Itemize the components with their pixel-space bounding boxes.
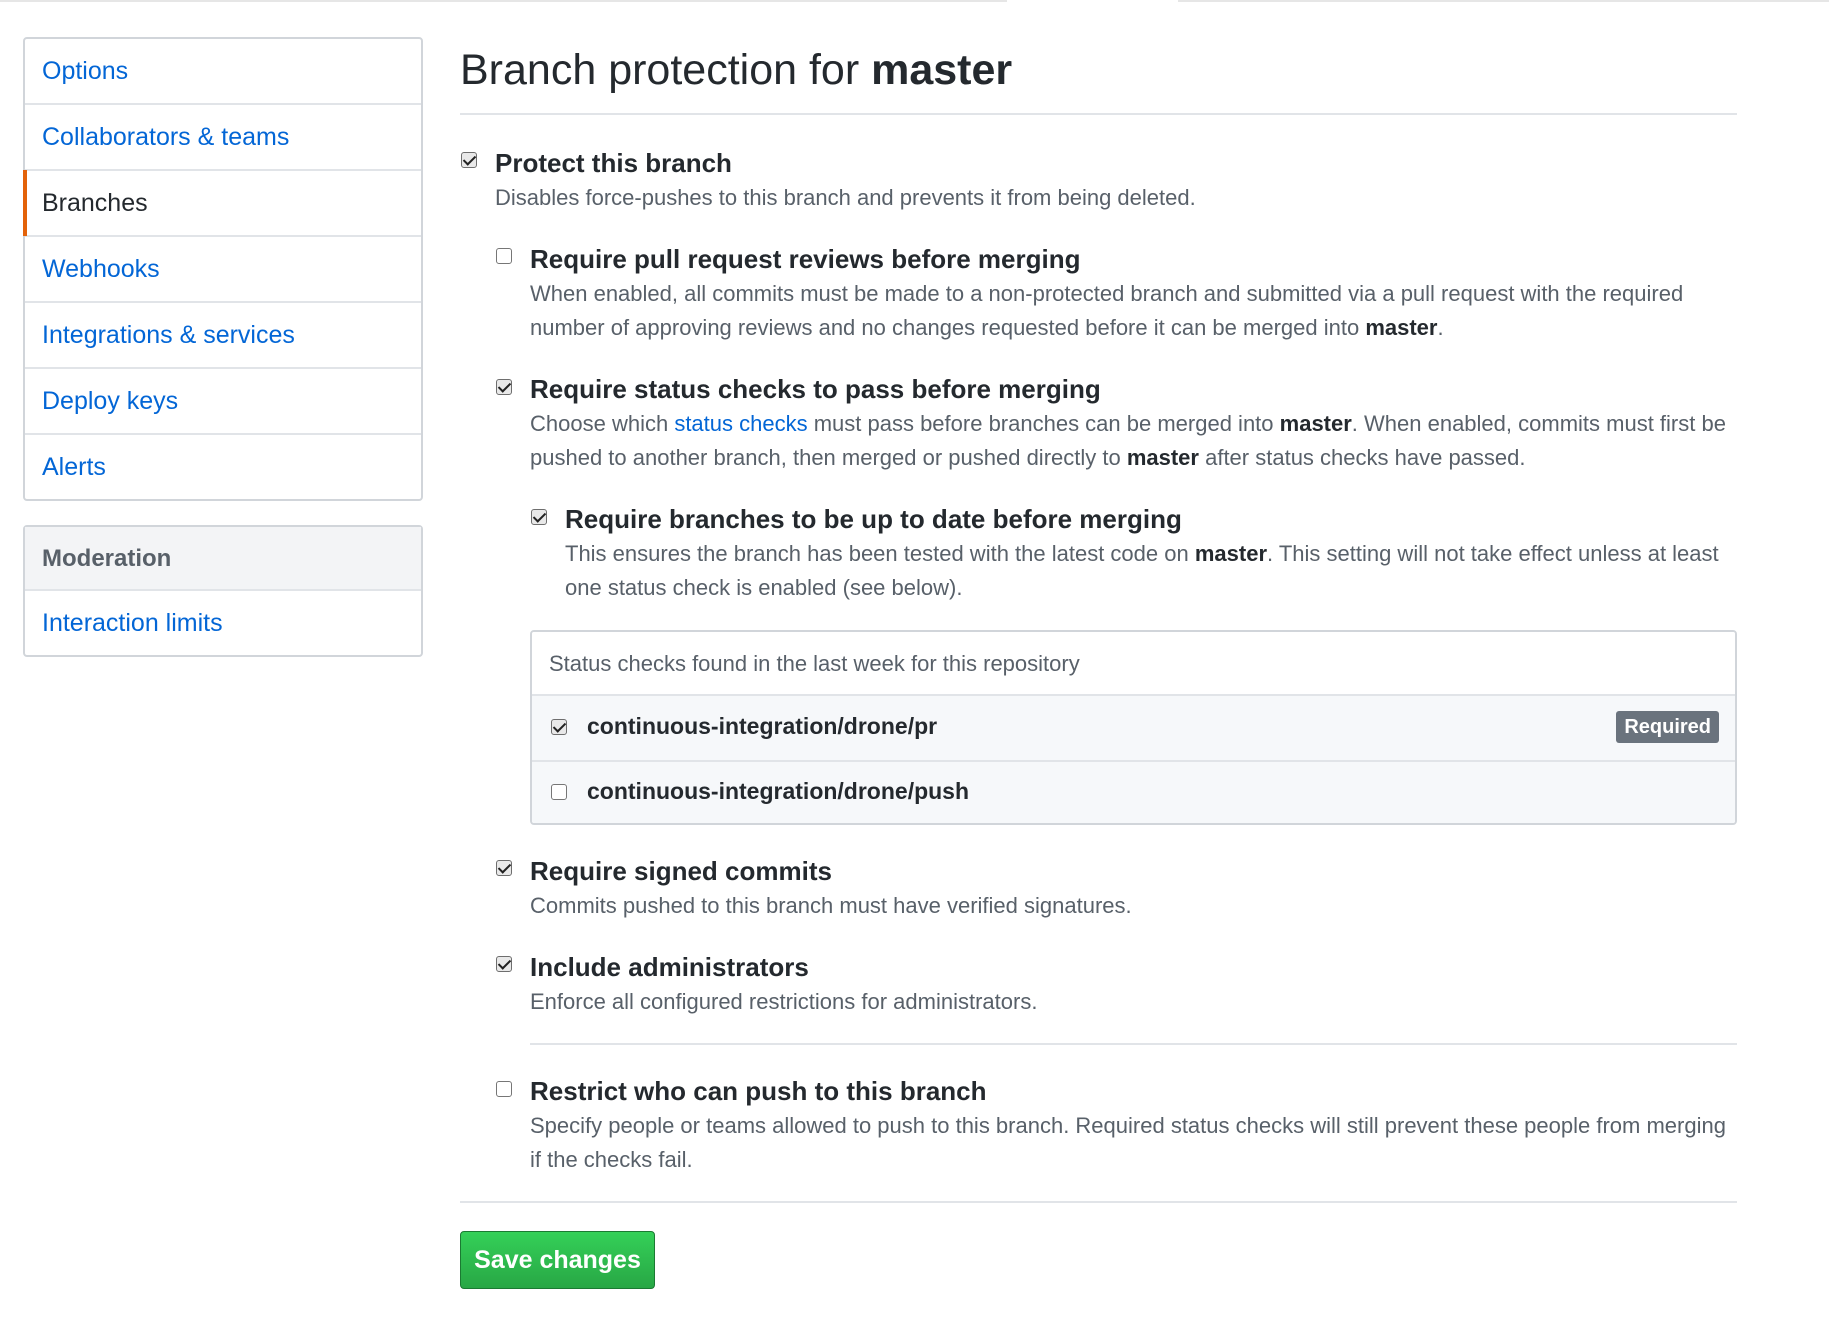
require-reviews-label: Require pull request reviews before merg… [530, 244, 1081, 274]
require-reviews-checkbox[interactable] [496, 248, 512, 264]
restrict-push-checkbox[interactable] [496, 1081, 512, 1097]
status-checks-header: Status checks found in the last week for… [532, 632, 1735, 696]
require-up-to-date-checkbox[interactable] [531, 509, 547, 525]
page-title-prefix: Branch protection for [460, 46, 872, 94]
require-status-checks-note: Choose which status checks must pass bef… [530, 411, 1726, 470]
require-up-to-date-label: Require branches to be up to date before… [565, 504, 1182, 534]
page-title: Branch protection for master [460, 42, 1012, 98]
require-up-to-date-note: This ensures the branch has been tested … [565, 541, 1719, 600]
require-status-checks-label: Require status checks to pass before mer… [530, 374, 1101, 404]
sidebar-item-options[interactable]: Options [25, 39, 421, 105]
status-check-row: continuous-integration/drone/push [532, 760, 1735, 823]
top-divider [1178, 0, 1829, 2]
include-administrators-label: Include administrators [530, 952, 809, 982]
sidebar-item-collaborators[interactable]: Collaborators & teams [25, 105, 421, 171]
require-reviews-note: When enabled, all commits must be made t… [530, 281, 1684, 340]
branch-name: master [871, 46, 1013, 94]
moderation-sidebar: Moderation Interaction limits [23, 525, 423, 657]
protect-branch-label: Protect this branch [495, 148, 732, 178]
sidebar-item-webhooks[interactable]: Webhooks [25, 237, 421, 303]
save-changes-button[interactable]: Save changes [460, 1231, 655, 1289]
restrict-push-note: Specify people or teams allowed to push … [530, 1113, 1726, 1172]
status-check-name: continuous-integration/drone/push [587, 778, 970, 804]
required-badge: Required [1616, 711, 1719, 743]
branch-name-ref: master [1126, 445, 1199, 470]
require-signed-commits-checkbox[interactable] [496, 860, 512, 876]
protect-branch-note: Disables force-pushes to this branch and… [495, 185, 1196, 210]
status-checks-link[interactable]: status checks [674, 411, 807, 436]
status-check-checkbox[interactable] [551, 719, 567, 735]
protect-branch-checkbox[interactable] [461, 152, 477, 168]
sidebar-item-deploy-keys[interactable]: Deploy keys [25, 369, 421, 435]
top-divider [0, 0, 1007, 2]
require-signed-commits-note: Commits pushed to this branch must have … [530, 893, 1132, 918]
sidebar-item-alerts[interactable]: Alerts [25, 435, 421, 499]
branch-name-ref: master [1194, 541, 1267, 566]
status-checks-list: Status checks found in the last week for… [530, 630, 1737, 825]
status-check-name: continuous-integration/drone/pr [587, 713, 938, 739]
require-status-checks-checkbox[interactable] [496, 379, 512, 395]
include-administrators-note: Enforce all configured restrictions for … [530, 989, 1038, 1014]
section-divider [530, 1043, 1737, 1045]
branch-name-ref: master [1279, 411, 1352, 436]
status-check-checkbox[interactable] [551, 784, 567, 800]
sidebar-item-integrations[interactable]: Integrations & services [25, 303, 421, 369]
restrict-push-label: Restrict who can push to this branch [530, 1076, 987, 1106]
include-administrators-checkbox[interactable] [496, 956, 512, 972]
branch-name-ref: master [1365, 315, 1438, 340]
sidebar-item-branches[interactable]: Branches [23, 170, 421, 237]
footer-divider [460, 1201, 1737, 1203]
require-signed-commits-label: Require signed commits [530, 856, 832, 886]
settings-sidebar: Options Collaborators & teams Branches W… [23, 37, 423, 501]
moderation-heading: Moderation [25, 527, 421, 591]
sidebar-item-interaction-limits[interactable]: Interaction limits [25, 591, 421, 655]
title-divider [460, 113, 1737, 115]
status-check-row: continuous-integration/drone/pr Required [532, 696, 1735, 760]
